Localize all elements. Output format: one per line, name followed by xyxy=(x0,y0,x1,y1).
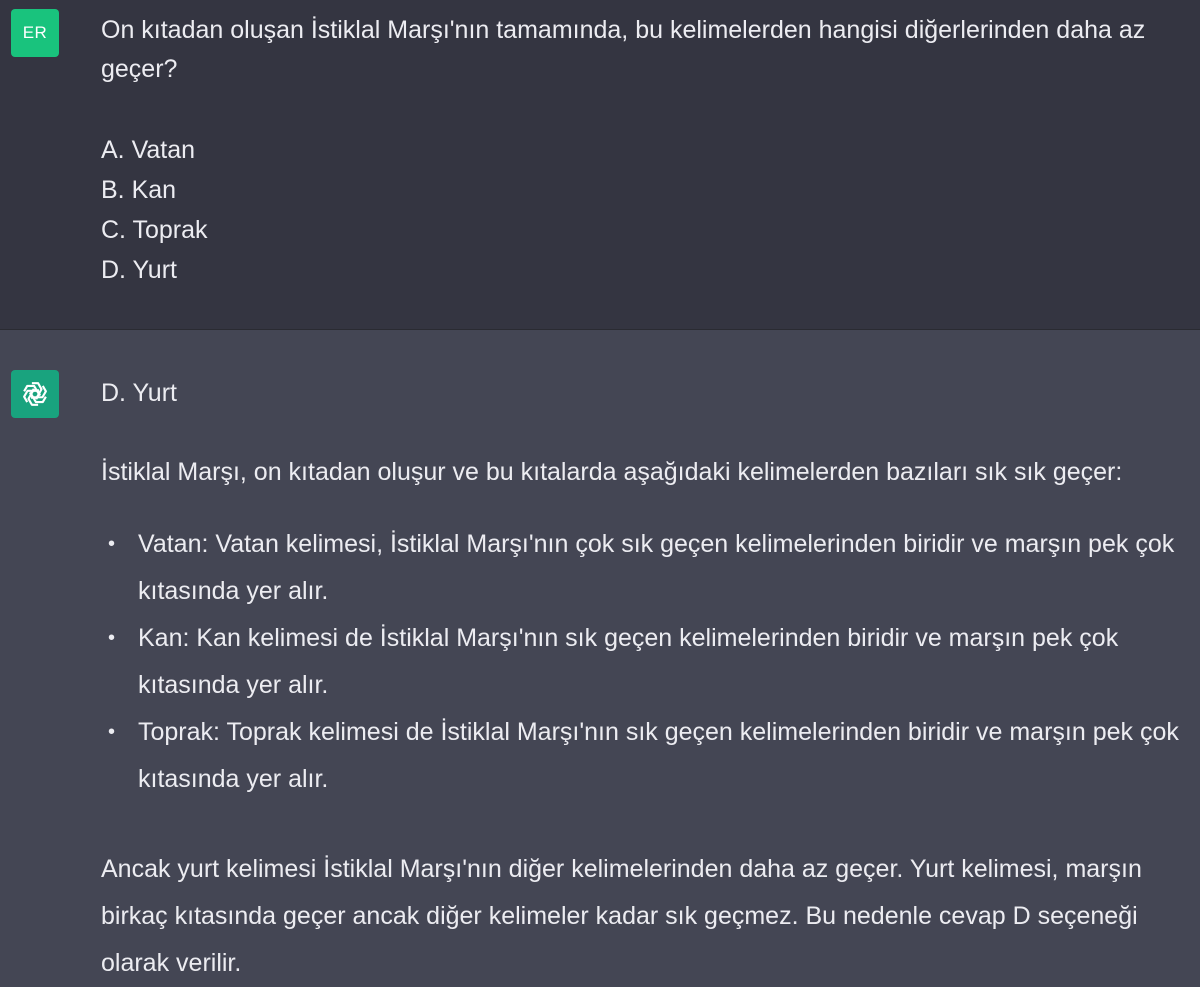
assistant-answer: D. Yurt xyxy=(101,379,177,407)
option-b: B. Kan xyxy=(101,176,177,204)
bullet-icon: • xyxy=(108,721,116,743)
bullet-text: Vatan: Vatan kelimesi, İstiklal Marşı'nı… xyxy=(138,530,1175,605)
bullet-text: Toprak: Toprak kelimesi de İstiklal Marş… xyxy=(138,718,1179,793)
list-item: • Toprak: Toprak kelimesi de İstiklal Ma… xyxy=(108,709,1193,803)
openai-logo-icon xyxy=(11,370,59,418)
answer-options: A. Vatan B. Kan C. Toprak D. Yurt xyxy=(101,130,1186,290)
list-item: • Vatan: Vatan kelimesi, İstiklal Marşı'… xyxy=(108,521,1193,615)
bullet-icon: • xyxy=(108,627,116,649)
assistant-bullet-list: • Vatan: Vatan kelimesi, İstiklal Marşı'… xyxy=(108,521,1193,803)
user-question: On kıtadan oluşan İstiklal Marşı'nın tam… xyxy=(101,16,1146,83)
option-c: C. Toprak xyxy=(101,216,208,244)
user-message: ER On kıtadan oluşan İstiklal Marşı'nın … xyxy=(0,0,1200,330)
bullet-text: Kan: Kan kelimesi de İstiklal Marşı'nın … xyxy=(138,624,1119,699)
list-item: • Kan: Kan kelimesi de İstiklal Marşı'nı… xyxy=(108,615,1193,709)
bullet-icon: • xyxy=(108,533,116,555)
assistant-intro: İstiklal Marşı, on kıtadan oluşur ve bu … xyxy=(101,458,1123,486)
assistant-message: D. Yurt İstiklal Marşı, on kıtadan oluşu… xyxy=(0,330,1200,987)
option-d: D. Yurt xyxy=(101,256,177,284)
user-avatar: ER xyxy=(11,9,59,57)
assistant-conclusion: Ancak yurt kelimesi İstiklal Marşı'nın d… xyxy=(101,855,1142,977)
option-a: A. Vatan xyxy=(101,136,196,164)
user-avatar-initials: ER xyxy=(22,23,48,42)
